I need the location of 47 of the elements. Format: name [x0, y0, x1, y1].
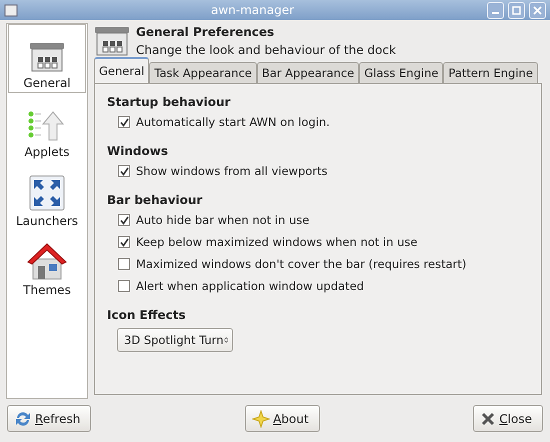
page-subtitle: Change the look and behaviour of the dock [136, 43, 396, 58]
section-title: Windows [107, 144, 169, 158]
maximize-button[interactable] [508, 2, 525, 19]
tab[interactable]: Glass Engine [359, 62, 444, 84]
checkbox-label: Auto hide bar when not in use [136, 213, 310, 228]
close-icon [480, 410, 496, 427]
checkbox[interactable] [118, 116, 130, 128]
checkbox[interactable] [118, 258, 130, 270]
close-button[interactable] [529, 2, 546, 19]
panel-icon [29, 41, 65, 74]
sidebar-item[interactable]: Themes [8, 231, 86, 300]
close-icon [533, 6, 542, 15]
applets-icon [27, 110, 67, 142]
section-title: Bar behaviour [107, 193, 204, 208]
sidebar-item[interactable]: Applets [8, 93, 86, 162]
checkbox-label: Show windows from all viewports [136, 164, 328, 178]
tab[interactable]: Task Appearance [149, 62, 257, 84]
window-title: awn-manager [210, 3, 296, 18]
star-icon [252, 410, 270, 428]
checkbox[interactable] [118, 165, 130, 178]
tab[interactable]: Bar Appearance [256, 62, 360, 84]
checkbox[interactable] [118, 236, 130, 248]
section-title: Startup behaviour [107, 95, 232, 110]
checkbox[interactable] [118, 214, 130, 226]
minimize-icon [492, 12, 499, 14]
checkbox-label: Maximized windows don't cover the bar (requires restart) [136, 257, 466, 272]
checkbox-label: Automatically start AWN on login. [136, 115, 330, 130]
minimize-button[interactable] [487, 2, 504, 19]
launchers-icon [29, 175, 65, 212]
tab[interactable]: General [94, 57, 150, 84]
effect-dropdown[interactable]: 3D Spotlight Turn [117, 328, 233, 352]
about-button[interactable]: About [245, 405, 320, 432]
page-title: General Preferences [136, 25, 276, 40]
window-icon [4, 3, 18, 18]
sidebar-item[interactable]: Launchers [8, 162, 86, 232]
maximize-icon [512, 6, 521, 15]
refresh-button[interactable]: Refresh [7, 405, 92, 432]
checkbox[interactable] [118, 280, 130, 292]
sidebar-item[interactable]: General [8, 24, 86, 94]
checkbox-label: Keep below maximized windows when not in use [136, 235, 418, 250]
tab[interactable]: Pattern Engine [443, 62, 538, 84]
refresh-icon [14, 410, 32, 428]
panel-icon [94, 25, 130, 58]
checkbox-label: Alert when application window updated [136, 279, 364, 294]
house-icon [27, 242, 67, 280]
section-title: Icon Effects [107, 308, 187, 322]
close-button[interactable]: Close [473, 405, 543, 432]
